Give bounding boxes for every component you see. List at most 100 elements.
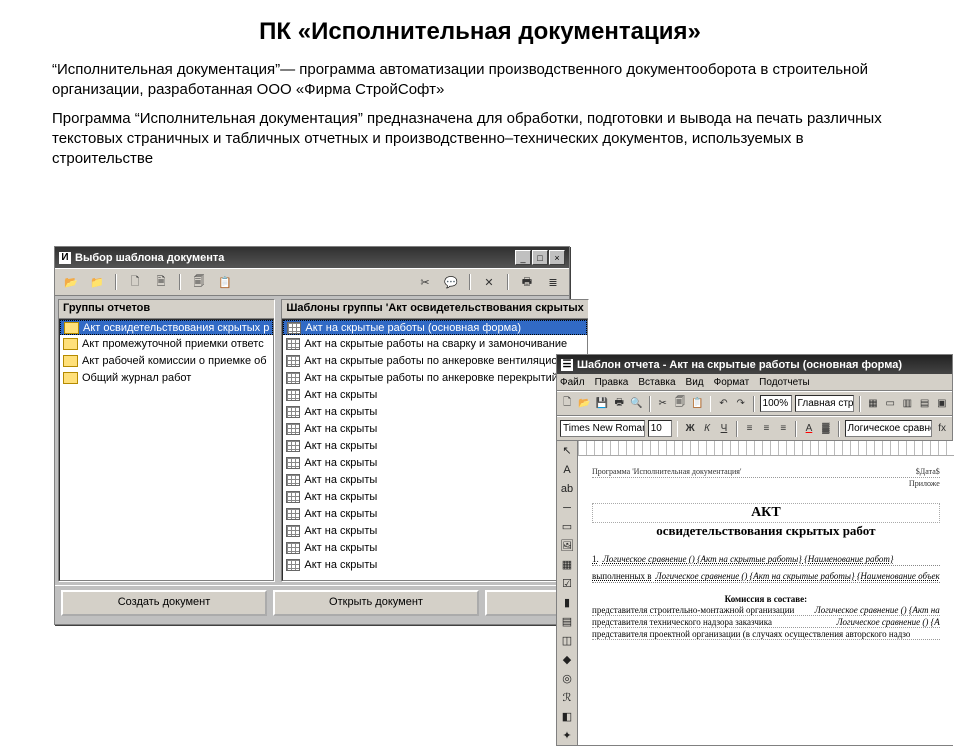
minimize-button[interactable]: _: [515, 250, 531, 265]
tree-icon[interactable]: ≣: [543, 273, 563, 292]
c1-right[interactable]: Логическое сравнение () {Акт на: [815, 605, 940, 615]
fill-color-icon[interactable]: ▓: [819, 420, 833, 437]
field2-expr[interactable]: Логическое сравнение () {Акт на скрытые …: [655, 571, 939, 581]
template-row[interactable]: Акт на скрытые работы на сварку и замоно…: [283, 335, 586, 352]
cell-icon[interactable]: ▭: [883, 395, 897, 412]
template-row[interactable]: Акт на скрытые работы (основная форма): [283, 320, 586, 335]
template-row[interactable]: Акт на скрыты: [283, 488, 586, 505]
underline-icon[interactable]: Ч: [717, 420, 731, 437]
template-row[interactable]: Акт на скрытые работы по анкеровке венти…: [283, 352, 586, 369]
subreport-icon[interactable]: ▤: [557, 612, 577, 631]
template-row[interactable]: Акт на скрыты: [283, 539, 586, 556]
folder-icon[interactable]: 📁: [87, 273, 107, 292]
titlebar[interactable]: И Выбор шаблона документа _ □ ×: [55, 247, 569, 268]
footer-button-3[interactable]: [485, 590, 563, 616]
expression-combo[interactable]: Логическое сравнение (): [845, 420, 933, 437]
paste-icon[interactable]: 📋: [690, 395, 704, 412]
ole-icon[interactable]: ◎: [557, 669, 577, 688]
pointer-icon[interactable]: ↖: [557, 441, 577, 460]
group-row[interactable]: Общий журнал работ: [60, 369, 273, 386]
image-icon[interactable]: 🖼: [557, 536, 577, 555]
folder-icon: [63, 372, 78, 384]
print-icon[interactable]: 🖶: [612, 395, 626, 412]
c2-right[interactable]: Логическое сравнение () {А: [836, 617, 939, 627]
menu-subreports[interactable]: Подотчеты: [759, 377, 810, 388]
open-icon[interactable]: 📂: [577, 395, 591, 412]
create-document-button[interactable]: Создать документ: [61, 590, 267, 616]
copy-icon[interactable]: 🗐: [673, 395, 687, 412]
delete-icon[interactable]: ✕: [479, 273, 499, 292]
new-icon[interactable]: 🗋: [125, 273, 145, 292]
font-combo[interactable]: Times New Roman Cyr: [560, 420, 645, 437]
richtext-icon[interactable]: ℛ: [557, 688, 577, 707]
template-row[interactable]: Акт на скрыты: [283, 420, 586, 437]
doc-icon[interactable]: 🗎: [151, 273, 171, 292]
table-tool-icon[interactable]: ▦: [557, 555, 577, 574]
label-icon[interactable]: ab: [557, 479, 577, 498]
comment-icon[interactable]: 💬: [441, 273, 461, 292]
save-icon[interactable]: 💾: [595, 395, 609, 412]
template-row[interactable]: Акт на скрыты: [283, 505, 586, 522]
template-row[interactable]: Акт на скрыты: [283, 437, 586, 454]
template-row[interactable]: Акт на скрыты: [283, 522, 586, 539]
menubar[interactable]: Файл Правка Вставка Вид Формат Подотчеты: [557, 374, 952, 391]
titlebar[interactable]: ☰ Шаблон отчета - Акт на скрытые работы …: [557, 355, 952, 374]
menu-file[interactable]: Файл: [560, 377, 585, 388]
bold-icon[interactable]: Ж: [683, 420, 697, 437]
cut-icon[interactable]: ✂: [656, 395, 670, 412]
align-right-icon[interactable]: ≡: [776, 420, 790, 437]
undo-icon[interactable]: ↶: [716, 395, 730, 412]
page-combo[interactable]: Главная стра: [795, 395, 855, 412]
open-document-button[interactable]: Открыть документ: [273, 590, 479, 616]
close-button[interactable]: ×: [549, 250, 565, 265]
fontsize-combo[interactable]: 10: [648, 420, 672, 437]
template-row[interactable]: Акт на скрыты: [283, 454, 586, 471]
barcode-icon[interactable]: ▮: [557, 593, 577, 612]
new-icon[interactable]: 🗋: [560, 395, 574, 412]
fx-icon[interactable]: fx: [935, 420, 949, 437]
template-row[interactable]: Акт на скрыты: [283, 556, 586, 573]
checkbox-icon[interactable]: ☑: [557, 574, 577, 593]
gradient-icon[interactable]: ◧: [557, 707, 577, 726]
redo-icon[interactable]: ↷: [734, 395, 748, 412]
commission-title: Комиссия в составе:: [592, 594, 940, 604]
text-icon[interactable]: A: [557, 460, 577, 479]
groups-list[interactable]: Акт освидетельствования скрытых рАкт про…: [59, 319, 274, 581]
group-row[interactable]: Акт рабочей комиссии о приемке об: [60, 352, 273, 369]
misc-icon[interactable]: ✦: [557, 726, 577, 745]
group-row[interactable]: Акт освидетельствования скрытых р: [60, 320, 273, 335]
table-icon[interactable]: ▦: [866, 395, 880, 412]
menu-view[interactable]: Вид: [686, 377, 704, 388]
split-icon[interactable]: ▤: [918, 395, 932, 412]
menu-edit[interactable]: Правка: [595, 377, 629, 388]
zoom-combo[interactable]: 100%: [760, 395, 792, 412]
chart-icon[interactable]: ◫: [557, 631, 577, 650]
menu-format[interactable]: Формат: [714, 377, 750, 388]
template-row[interactable]: Акт на скрытые работы по анкеровке перек…: [283, 369, 586, 386]
font-color-icon[interactable]: A: [802, 420, 816, 437]
paste-icon[interactable]: 📋: [215, 273, 235, 292]
open-icon[interactable]: 📂: [61, 273, 81, 292]
table-icon: [286, 491, 300, 503]
rect-icon[interactable]: ▭: [557, 517, 577, 536]
align-left-icon[interactable]: ≡: [743, 420, 757, 437]
document-canvas[interactable]: Программа 'Исполнительная документация' …: [578, 456, 954, 745]
shape-icon[interactable]: ◆: [557, 650, 577, 669]
print-icon[interactable]: 🖶: [517, 273, 537, 292]
preview-icon[interactable]: 🔍: [629, 395, 643, 412]
menu-insert[interactable]: Вставка: [638, 377, 675, 388]
align-center-icon[interactable]: ≡: [760, 420, 774, 437]
border-icon[interactable]: ▣: [935, 395, 949, 412]
templates-list[interactable]: Акт на скрытые работы (основная форма)Ак…: [282, 319, 587, 581]
field1-expr[interactable]: Логическое сравнение () {Акт на скрытые …: [603, 554, 894, 564]
line-icon[interactable]: ─: [557, 498, 577, 517]
template-row[interactable]: Акт на скрыты: [283, 403, 586, 420]
copy-icon[interactable]: 🗐: [189, 273, 209, 292]
group-row[interactable]: Акт промежуточной приемки ответс: [60, 335, 273, 352]
template-row[interactable]: Акт на скрыты: [283, 386, 586, 403]
cut-icon[interactable]: ✂: [415, 273, 435, 292]
maximize-button[interactable]: □: [532, 250, 548, 265]
merge-icon[interactable]: ▥: [900, 395, 914, 412]
template-row[interactable]: Акт на скрыты: [283, 471, 586, 488]
italic-icon[interactable]: К: [700, 420, 714, 437]
